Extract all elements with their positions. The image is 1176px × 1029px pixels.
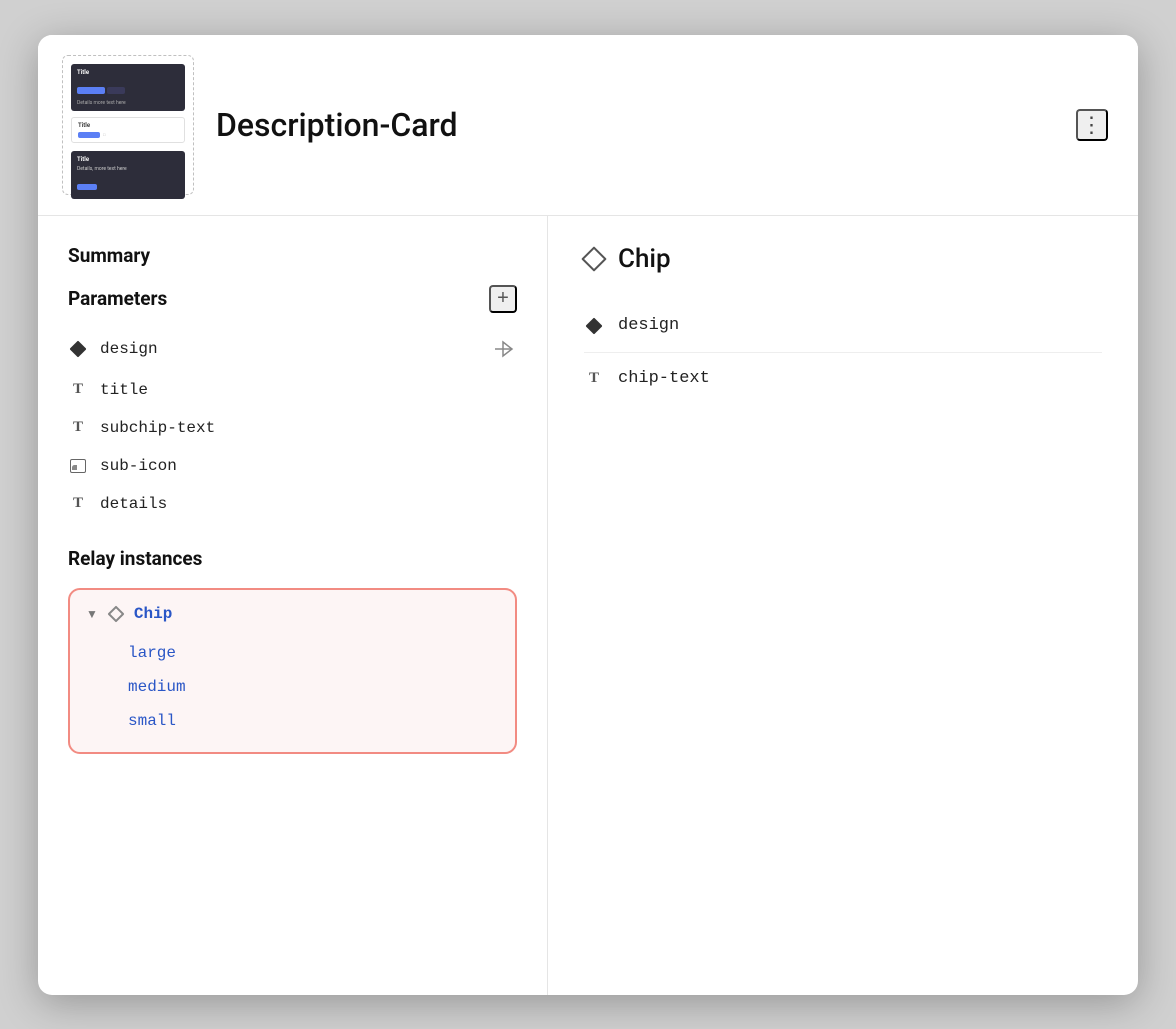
relay-chip-medium[interactable]: medium — [86, 670, 499, 704]
parameters-heading: Parameters — [68, 287, 167, 310]
relay-instances-heading: Relay instances — [68, 547, 517, 570]
page-title: Description-Card — [216, 106, 1054, 144]
right-t-text-icon: T — [584, 369, 604, 389]
t-text-icon-title: T — [68, 380, 88, 400]
param-sub-icon: sub-icon — [68, 447, 517, 485]
right-diamond-filled-icon — [584, 316, 604, 336]
param-sub-icon-label: sub-icon — [100, 457, 177, 475]
component-thumbnail: Title Details more text here Title □ Tit… — [62, 55, 194, 195]
relay-diamond-outline-icon — [106, 604, 126, 624]
relay-chip-small[interactable]: small — [86, 704, 499, 738]
right-param-chip-text: T chip-text — [584, 357, 1102, 401]
t-text-icon-subchip: T — [68, 418, 88, 438]
right-param-chip-text-label: chip-text — [618, 369, 710, 388]
right-column: Chip design T chip-text — [548, 216, 1138, 995]
param-details-label: details — [100, 495, 167, 513]
param-design-label: design — [100, 340, 158, 358]
param-divider — [584, 352, 1102, 353]
param-design-arrow[interactable] — [491, 336, 517, 362]
more-options-button[interactable]: ⋮ — [1076, 109, 1108, 141]
left-column: Summary Parameters + design — [38, 216, 548, 995]
add-parameter-button[interactable]: + — [489, 285, 517, 313]
relay-chip-header[interactable]: ▼ Chip — [86, 604, 499, 624]
arrow-right-icon — [493, 340, 515, 358]
t-text-icon-details: T — [68, 494, 88, 514]
param-title: T title — [68, 371, 517, 409]
param-design: design — [68, 327, 517, 371]
param-subchip-text: T subchip-text — [68, 409, 517, 447]
relay-instances-section: Relay instances ▼ Chip large medium smal… — [68, 547, 517, 754]
image-icon-sub — [68, 456, 88, 476]
param-details: T details — [68, 485, 517, 523]
header: Title Details more text here Title □ Tit… — [38, 35, 1138, 216]
diamond-filled-icon — [68, 339, 88, 359]
parameters-section-header: Parameters + — [68, 285, 517, 313]
summary-heading: Summary — [68, 244, 517, 267]
relay-chip-large[interactable]: large — [86, 636, 499, 670]
right-param-design-label: design — [618, 316, 679, 335]
relay-chip-name-label: Chip — [134, 605, 172, 623]
relay-instances-box: ▼ Chip large medium small — [68, 588, 517, 754]
right-diamond-outline-icon — [584, 249, 604, 269]
param-title-label: title — [100, 381, 148, 399]
right-param-design: design — [584, 304, 1102, 348]
main-body: Summary Parameters + design — [38, 216, 1138, 995]
right-component-name: Chip — [618, 244, 671, 274]
right-component-header: Chip — [584, 244, 1102, 274]
chevron-down-icon: ▼ — [86, 607, 98, 621]
main-window: Title Details more text here Title □ Tit… — [38, 35, 1138, 995]
param-subchip-text-label: subchip-text — [100, 419, 215, 437]
